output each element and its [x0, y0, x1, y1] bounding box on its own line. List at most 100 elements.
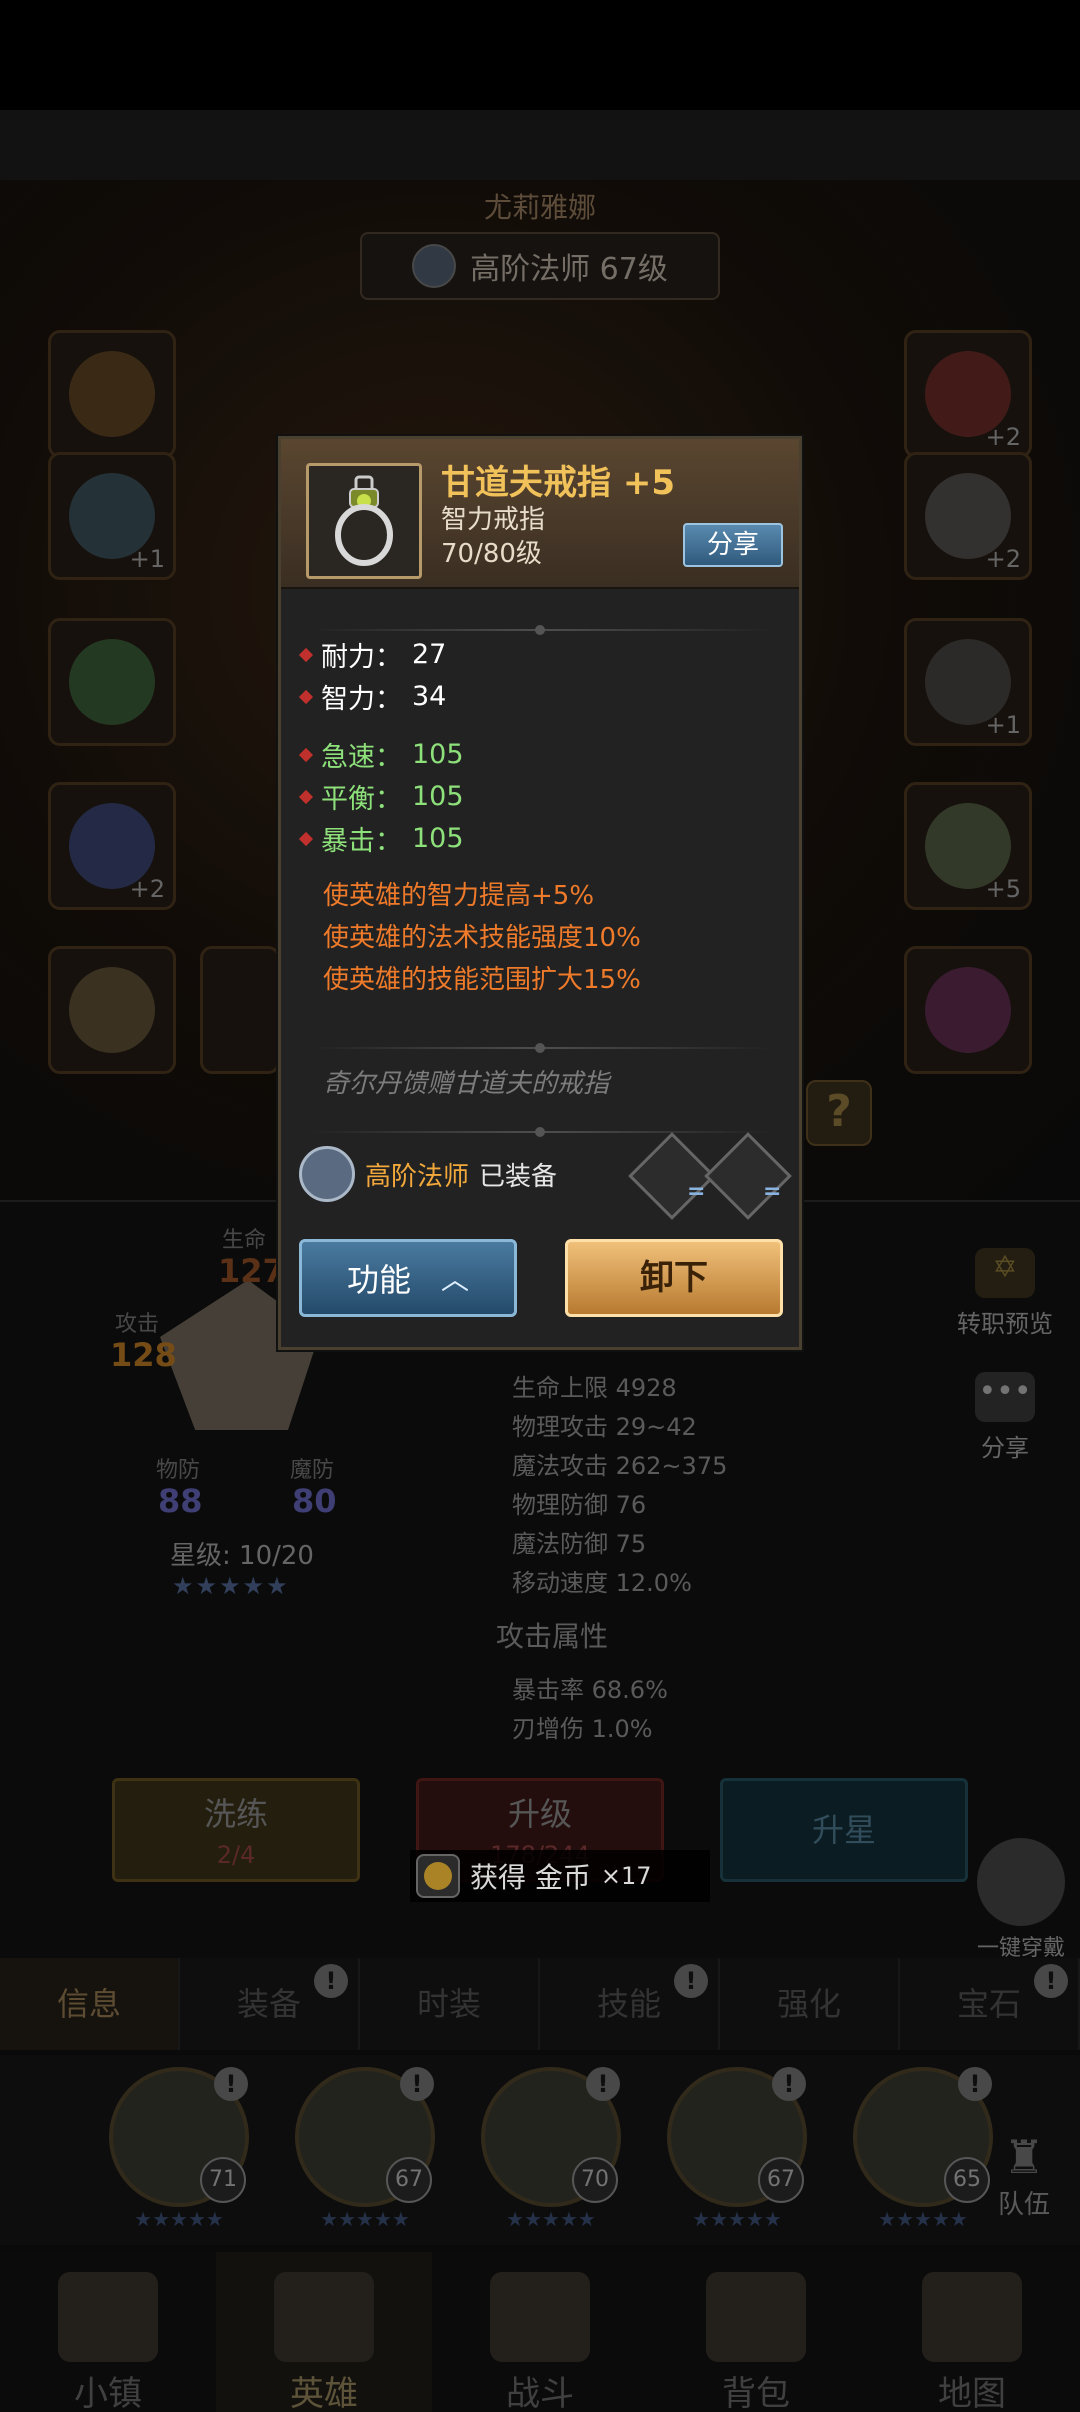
equip-item-icon	[69, 351, 155, 437]
equipped-class: 高阶法师	[365, 1161, 470, 1192]
radar-life-label: 生命	[222, 1228, 267, 1253]
hexagram-icon: ✡	[975, 1248, 1035, 1298]
nav-label: 英雄	[290, 2374, 358, 2412]
radar-attack-label: 攻击	[115, 1312, 160, 1337]
nav-town[interactable]: 小镇	[0, 2252, 216, 2412]
tab-skills[interactable]: 技能!	[540, 1958, 720, 2050]
equip-slot-partial[interactable]	[200, 946, 280, 1074]
nav-bag[interactable]: 背包	[648, 2252, 864, 2412]
attr-label: 平衡：	[321, 784, 402, 815]
diamond-bullet-icon	[298, 747, 314, 762]
map-scroll-icon	[922, 2272, 1022, 2362]
equip-slot-right-5[interactable]	[904, 946, 1032, 1074]
hero-stars: ★★★★★	[320, 2207, 410, 2231]
team-button[interactable]: ♜ 队伍	[976, 2130, 1072, 2221]
hero-card[interactable]: 67 ★★★★★!	[290, 2067, 440, 2237]
item-type: 智力戒指	[441, 505, 546, 535]
slot-plus: +2	[129, 875, 165, 903]
hero-level: 67	[386, 2157, 432, 2203]
attack-attr-title: 攻击属性	[496, 1620, 609, 1653]
armor-icon	[977, 1838, 1065, 1926]
radar-pdef-label: 物防	[156, 1458, 201, 1483]
stat-mdef: 魔法防御 75	[512, 1530, 647, 1558]
hero-name: 尤莉雅娜	[483, 191, 596, 224]
attr-value: 105	[412, 781, 464, 812]
chess-piece-icon: ♜	[1003, 2130, 1045, 2184]
bottom-nav: 小镇 英雄 战斗 背包 地图	[0, 2252, 1080, 2412]
tab-gems[interactable]: 宝石!	[900, 1958, 1080, 2050]
flavor-text: 奇尔丹馈赠甘道夫的戒指	[323, 1069, 610, 1099]
equip-slot-left-1[interactable]	[48, 330, 176, 458]
one-key-equip-button[interactable]: 一键穿戴	[962, 1838, 1080, 1962]
item-icon-frame	[306, 463, 422, 579]
refine-button[interactable]: 洗练 2/4	[112, 1778, 360, 1882]
tab-fashion[interactable]: 时装	[360, 1958, 540, 2050]
job-preview-label: 转职预览	[957, 1310, 1053, 1338]
equip-item-icon	[69, 967, 155, 1053]
equip-slot-right-1[interactable]: +2	[904, 330, 1032, 458]
ring-icon	[335, 475, 393, 566]
reward-toast: 获得 金币 ×17	[410, 1850, 710, 1902]
nav-heroes[interactable]: 英雄	[216, 2252, 432, 2412]
class-banner: 高阶法师 67级	[360, 232, 720, 300]
equip-slot-right-3[interactable]: +1	[904, 618, 1032, 746]
chevron-up-icon: ︿	[441, 1263, 470, 1296]
hero-card[interactable]: 67 ★★★★★!	[662, 2067, 812, 2237]
stat-matk: 魔法攻击 262~375	[512, 1452, 728, 1480]
upgrade-label: 升级	[507, 1795, 572, 1833]
unequip-button[interactable]: 卸下	[565, 1239, 783, 1317]
attr-haste: 急速： 105	[298, 735, 464, 774]
equip-slot-left-2[interactable]: +1	[48, 452, 176, 580]
radar-mdef-value: 80	[292, 1482, 337, 1520]
share-side-button[interactable]: ••• 分享	[960, 1372, 1050, 1463]
stat-crit: 暴击率 68.6%	[512, 1676, 668, 1704]
equip-slot-left-4[interactable]: +2	[48, 782, 176, 910]
slot-plus: +1	[985, 711, 1021, 739]
tab-label: 强化	[776, 1985, 841, 2023]
hero-tabs: 信息 装备! 时装 技能! 强化 宝石!	[0, 1958, 1080, 2050]
star-rating: ★★★★★	[172, 1572, 290, 1600]
hero-card[interactable]: 70 ★★★★★!	[476, 2067, 626, 2237]
divider	[311, 1127, 771, 1137]
alert-icon: !	[958, 2067, 992, 2101]
star-up-label: 升星	[811, 1811, 876, 1849]
attr-label: 智力：	[321, 684, 402, 715]
nav-label: 小镇	[74, 2374, 142, 2412]
attr-value: 105	[412, 739, 464, 770]
stat-speed: 移动速度 12.0%	[512, 1569, 692, 1597]
nav-label: 战斗	[506, 2374, 574, 2412]
equip-slot-right-4[interactable]: +5	[904, 782, 1032, 910]
alert-icon: !	[586, 2067, 620, 2101]
job-preview-button[interactable]: ✡ 转职预览	[950, 1248, 1060, 1339]
star-up-button[interactable]: 升星	[720, 1778, 968, 1882]
share-button[interactable]: 分享	[683, 523, 783, 567]
tooltip-header: 甘道夫戒指 +5 智力戒指 70/80级 分享	[281, 439, 799, 589]
alert-icon: !	[772, 2067, 806, 2101]
status-bar	[0, 0, 1080, 110]
equip-slot-left-3[interactable]	[48, 618, 176, 746]
class-emblem-icon	[299, 1146, 355, 1202]
tab-enhance[interactable]: 强化	[720, 1958, 900, 2050]
star-level: 星级: 10/20	[170, 1541, 314, 1571]
attr-label: 暴击：	[321, 826, 402, 857]
hero-level: 67	[758, 2157, 804, 2203]
bonus-line: 使英雄的法术技能强度10%	[323, 923, 641, 953]
crossed-swords-icon	[490, 2272, 590, 2362]
help-button[interactable]: ?	[806, 1080, 872, 1146]
hero-card[interactable]: 71 ★★★★★!	[104, 2067, 254, 2237]
tab-equipment[interactable]: 装备!	[180, 1958, 360, 2050]
nav-battle[interactable]: 战斗	[432, 2252, 648, 2412]
attr-label: 急速：	[321, 742, 402, 773]
class-banner-text: 高阶法师 67级	[470, 252, 668, 287]
toast-count: ×17	[600, 1862, 652, 1890]
function-button[interactable]: 功能 ︿	[299, 1239, 517, 1317]
hero-roster: 71 ★★★★★! 67 ★★★★★! 70 ★★★★★! 67 ★★★★★! 65 ★★…	[0, 2055, 1080, 2245]
equip-slot-left-5[interactable]	[48, 946, 176, 1074]
tab-info[interactable]: 信息	[0, 1958, 180, 2050]
nav-map[interactable]: 地图	[864, 2252, 1080, 2412]
nav-label: 背包	[722, 2374, 790, 2412]
equip-slot-right-2[interactable]: +2	[904, 452, 1032, 580]
town-icon	[58, 2272, 158, 2362]
team-label: 队伍	[997, 2190, 1050, 2220]
tab-label: 信息	[56, 1985, 121, 2023]
